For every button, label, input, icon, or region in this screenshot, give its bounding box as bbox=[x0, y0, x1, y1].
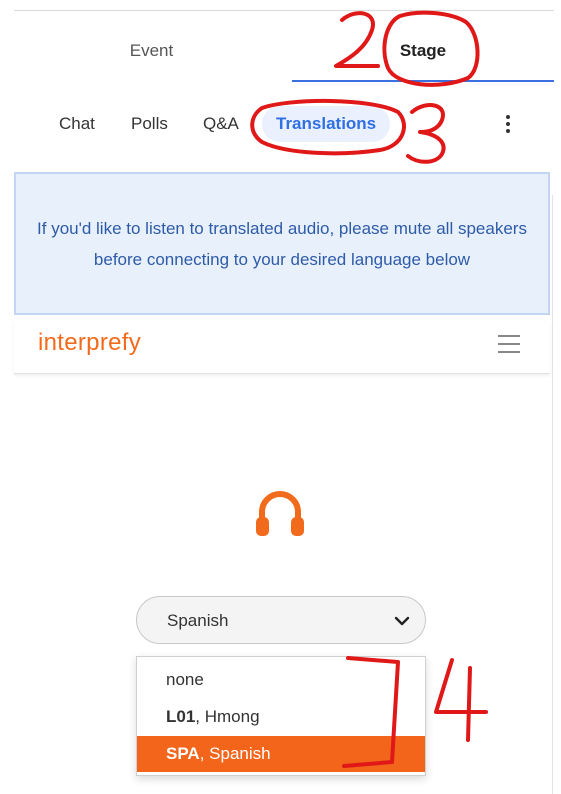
tab-qa[interactable]: Q&A bbox=[203, 114, 239, 134]
language-select-value: Spanish bbox=[167, 611, 229, 630]
language-option-hmong[interactable]: L01, Hmong bbox=[137, 699, 425, 735]
panel-edge bbox=[552, 195, 553, 794]
tab-translations[interactable]: Translations bbox=[262, 106, 391, 142]
tab-event[interactable]: Event bbox=[14, 22, 289, 80]
info-banner: If you'd like to listen to translated au… bbox=[14, 172, 550, 315]
language-dropdown: none L01, Hmong SPA, Spanish bbox=[136, 656, 426, 776]
more-options-icon[interactable] bbox=[500, 112, 516, 142]
interprefy-header: interprefy bbox=[14, 320, 550, 374]
chevron-down-icon bbox=[394, 616, 410, 626]
language-select[interactable]: Spanish bbox=[136, 596, 426, 644]
tab-polls[interactable]: Polls bbox=[131, 114, 168, 134]
hamburger-icon[interactable] bbox=[498, 335, 520, 353]
info-text: If you'd like to listen to translated au… bbox=[37, 218, 527, 269]
language-option-spanish[interactable]: SPA, Spanish bbox=[137, 736, 425, 772]
tab-chat[interactable]: Chat bbox=[59, 114, 95, 134]
sub-tab-bar: Chat Polls Q&A Translations bbox=[14, 104, 554, 152]
main-tab-bar: Event Stage bbox=[14, 22, 554, 82]
active-tab-indicator bbox=[292, 80, 554, 82]
headphones-icon bbox=[256, 491, 304, 536]
language-option-none[interactable]: none bbox=[137, 662, 425, 698]
tab-stage[interactable]: Stage bbox=[292, 22, 554, 80]
interprefy-logo: interprefy bbox=[38, 329, 142, 356]
top-divider bbox=[14, 10, 554, 11]
